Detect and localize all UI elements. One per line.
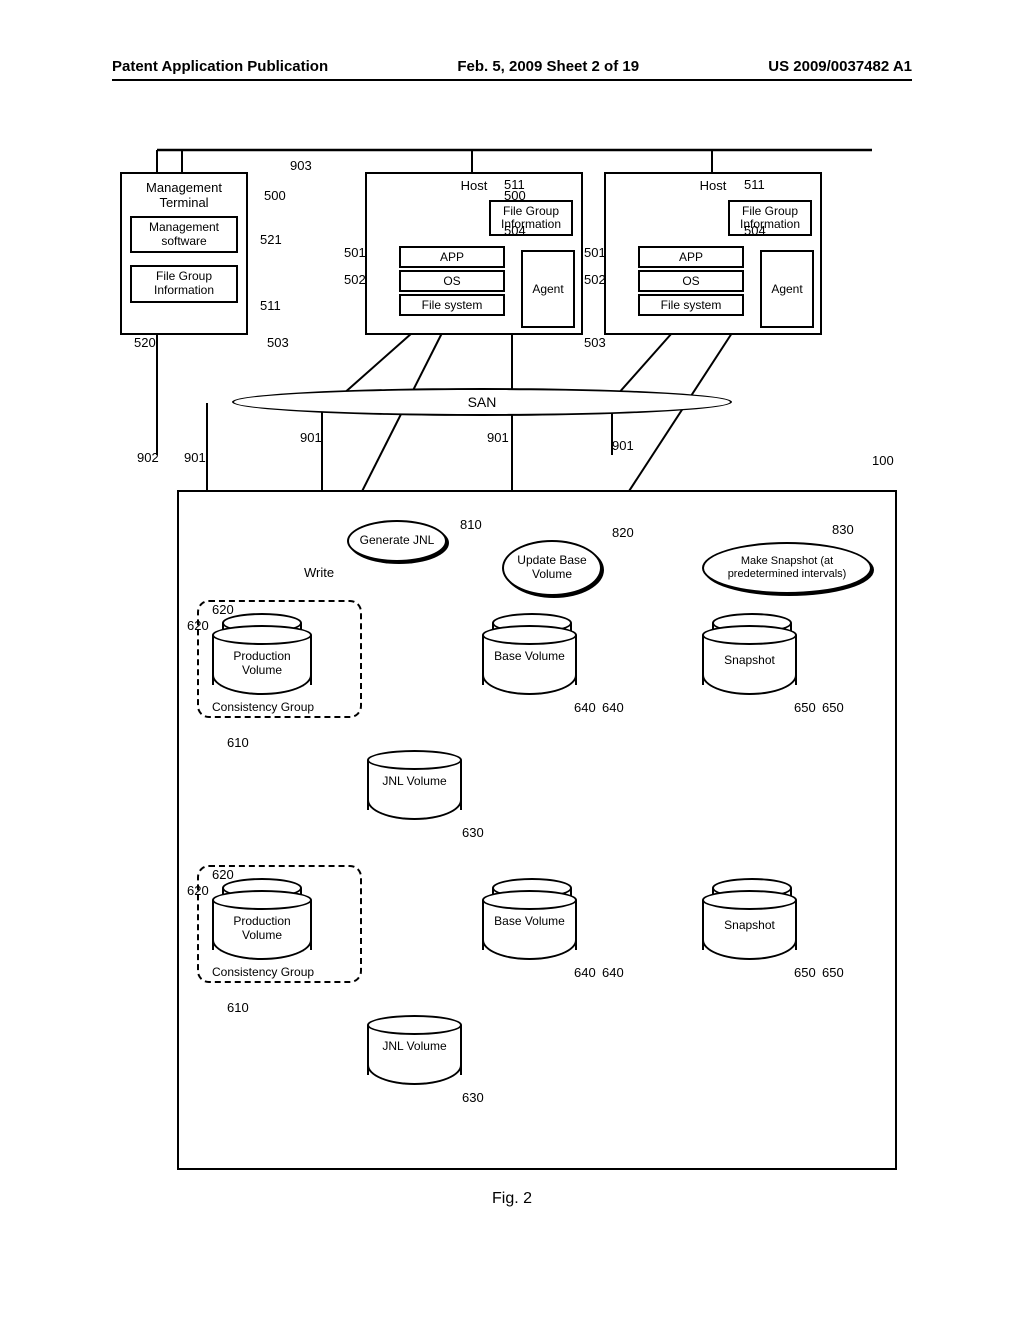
ref-610b: 610: [227, 1000, 249, 1015]
ref-810: 810: [460, 517, 482, 532]
jnl-vol-1: JNL Volume: [367, 750, 462, 820]
ref-500a: 500: [264, 188, 286, 203]
ref-650c: 650: [794, 965, 816, 980]
mgmt-software-box: Management software: [130, 216, 238, 254]
ref-501b: 501: [584, 245, 606, 260]
ref-503b: 503: [584, 335, 606, 350]
san-label: SAN: [468, 394, 497, 410]
ref-650d: 650: [822, 965, 844, 980]
ref-650a: 650: [794, 700, 816, 715]
ref-902: 902: [137, 450, 159, 465]
jnl-vol-2: JNL Volume: [367, 1015, 462, 1085]
snap-vol-2: Snapshot: [702, 890, 797, 960]
ref-501a: 501: [344, 245, 366, 260]
host2-fs: File system: [638, 294, 744, 316]
ref-502b: 502: [584, 272, 606, 287]
prod-vol-2: Production Volume: [212, 890, 312, 960]
host2-fginfo: File Group Information: [728, 200, 812, 236]
ref-650b: 650: [822, 700, 844, 715]
ref-504a: 504: [504, 223, 526, 238]
ref-903: 903: [290, 158, 312, 173]
ref-620c: 620: [212, 867, 234, 882]
ref-901d: 901: [612, 438, 634, 453]
host1-app: APP: [399, 246, 505, 268]
ref-511b: 511: [744, 177, 765, 192]
ref-502a: 502: [344, 272, 366, 287]
cg-label-2: Consistency Group: [212, 965, 314, 979]
base-vol-1: Base Volume: [482, 625, 577, 695]
host1-fginfo: File Group Information: [489, 200, 573, 236]
host2-app: APP: [638, 246, 744, 268]
host2-title: Host: [700, 178, 727, 193]
host1-agent: Agent: [521, 250, 575, 328]
base-vol-2: Base Volume: [482, 890, 577, 960]
host1-fs: File system: [399, 294, 505, 316]
san-ellipse: SAN: [232, 388, 732, 416]
cg-label-1: Consistency Group: [212, 700, 314, 714]
header-right: US 2009/0037482 A1: [768, 58, 912, 75]
ref-620a: 620: [212, 602, 234, 617]
host2-box: Host File Group Information APP OS File …: [604, 172, 822, 335]
mgmt-title: Management Terminal: [122, 178, 246, 214]
header-left: Patent Application Publication: [112, 58, 328, 75]
ref-640a: 640: [574, 700, 596, 715]
ref-901b: 901: [300, 430, 322, 445]
write-label: Write: [304, 565, 334, 580]
header-center: Feb. 5, 2009 Sheet 2 of 19: [457, 58, 639, 75]
host2-agent: Agent: [760, 250, 814, 328]
diagram: Management Terminal Management software …: [112, 120, 912, 1220]
host1-box: Host File Group Information APP OS File …: [365, 172, 583, 335]
ref-640c: 640: [574, 965, 596, 980]
ref-630b: 630: [462, 1090, 484, 1105]
mgmt-fginfo-box: File Group Information: [130, 265, 238, 303]
ref-620d: 620: [187, 883, 209, 898]
ref-830: 830: [832, 522, 854, 537]
host2-os: OS: [638, 270, 744, 292]
generate-jnl-ellipse: Generate JNL: [347, 520, 447, 562]
ref-511a: 511: [504, 177, 525, 192]
ref-511c: 511: [260, 298, 281, 313]
host1-os: OS: [399, 270, 505, 292]
ref-820: 820: [612, 525, 634, 540]
ref-520: 520: [134, 335, 156, 350]
mgmt-terminal-box: Management Terminal Management software …: [120, 172, 248, 335]
snap-vol-1: Snapshot: [702, 625, 797, 695]
page-header: Patent Application Publication Feb. 5, 2…: [112, 58, 912, 81]
host1-title: Host: [461, 178, 488, 193]
make-snapshot-ellipse: Make Snapshot (at predetermined interval…: [702, 542, 872, 594]
ref-630a: 630: [462, 825, 484, 840]
update-base-ellipse: Update Base Volume: [502, 540, 602, 596]
ref-640b: 640: [602, 700, 624, 715]
ref-901c: 901: [487, 430, 509, 445]
ref-504b: 504: [744, 223, 766, 238]
ref-503a: 503: [267, 335, 289, 350]
ref-610a: 610: [227, 735, 249, 750]
ref-901a: 901: [184, 450, 206, 465]
ref-521: 521: [260, 232, 282, 247]
ref-640d: 640: [602, 965, 624, 980]
ref-100: 100: [872, 453, 894, 468]
page: Patent Application Publication Feb. 5, 2…: [0, 0, 1024, 1320]
figure-caption: Fig. 2: [462, 1190, 562, 1208]
prod-vol-1: Production Volume: [212, 625, 312, 695]
ref-620b: 620: [187, 618, 209, 633]
